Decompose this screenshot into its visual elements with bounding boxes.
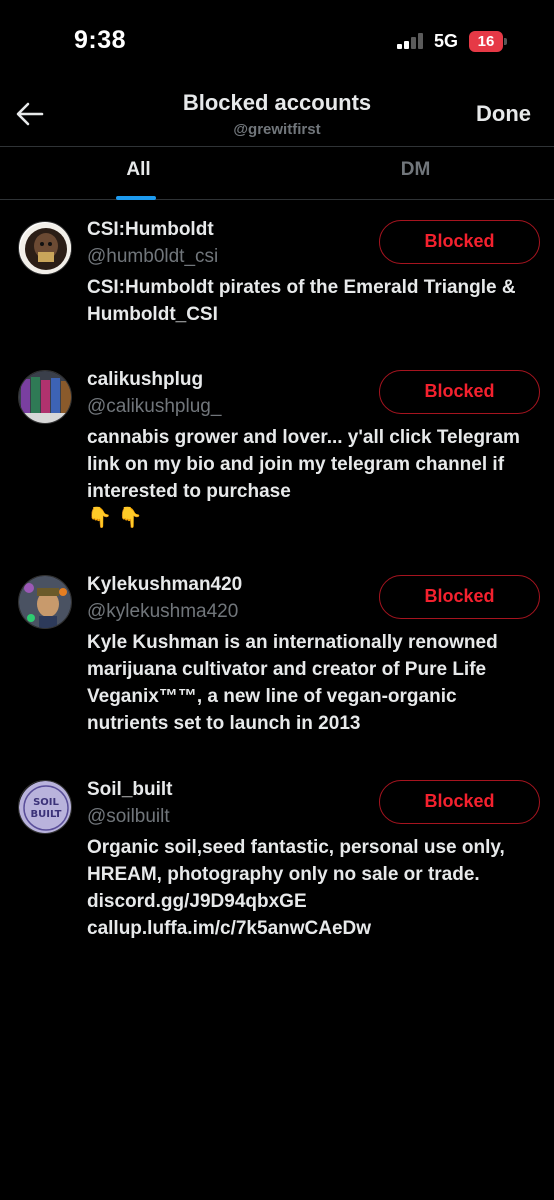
- blocked-button[interactable]: Blocked: [379, 220, 540, 264]
- list-item[interactable]: Kylekushman420 @kylekushma420 Blocked Ky…: [0, 570, 554, 740]
- blocked-button[interactable]: Blocked: [379, 575, 540, 619]
- account-handle: @humb0ldt_csi: [87, 246, 219, 267]
- battery-level: 16: [477, 33, 495, 50]
- blocked-button[interactable]: Blocked: [379, 370, 540, 414]
- cellular-signal-icon: [397, 33, 427, 49]
- network-type: 5G: [434, 31, 459, 51]
- status-time: 9:38: [74, 26, 127, 54]
- blocked-accounts-screen: 9:38 5G 16 Blocked accounts @grewitfirst…: [0, 0, 554, 1200]
- avatar-logo-text: SOIL: [33, 797, 59, 808]
- blocked-button[interactable]: Blocked: [379, 780, 540, 824]
- avatar[interactable]: [18, 221, 72, 275]
- account-name: Kylekushman420: [87, 574, 243, 595]
- avatar[interactable]: SOIL BUILT: [18, 780, 72, 834]
- svg-text:BUILT: BUILT: [30, 809, 61, 820]
- done-button[interactable]: Done: [476, 101, 531, 127]
- battery-icon: 16: [469, 31, 507, 52]
- tab-dm[interactable]: DM: [277, 147, 554, 200]
- active-tab-indicator: [116, 196, 156, 200]
- account-name: calikushplug: [87, 369, 204, 390]
- account-bio-text: cannabis grower and lover... y'all click…: [87, 427, 520, 502]
- account-bio: Organic soil,seed fantastic, personal us…: [87, 837, 505, 939]
- tab-all[interactable]: All: [0, 147, 277, 200]
- list-item[interactable]: calikushplug @calikushplug_ Blocked cann…: [0, 365, 554, 545]
- account-bio: cannabis grower and lover... y'all click…: [87, 424, 532, 532]
- avatar[interactable]: [18, 370, 72, 424]
- tab-all-label: All: [126, 159, 151, 180]
- list-item[interactable]: SOIL BUILT Soil_built @soilbuilt Blocked…: [0, 775, 554, 945]
- page-title: Blocked accounts: [182, 90, 372, 115]
- account-handle: @kylekushma420: [87, 601, 239, 622]
- pointing-down-emoji: 👇 👇: [87, 507, 143, 529]
- page-subtitle: @grewitfirst: [233, 121, 321, 138]
- account-handle: @calikushplug_: [87, 396, 222, 417]
- avatar[interactable]: [18, 575, 72, 629]
- account-handle: @soilbuilt: [87, 806, 170, 827]
- account-bio: CSI:Humboldt pirates of the Emerald Tria…: [87, 277, 516, 325]
- account-name: Soil_built: [87, 779, 173, 800]
- list-item[interactable]: CSI:Humboldt @humb0ldt_csi Blocked CSI:H…: [0, 215, 554, 350]
- account-name: CSI:Humboldt: [87, 219, 214, 240]
- tab-dm-label: DM: [400, 159, 431, 180]
- tab-bar: All DM: [0, 146, 554, 200]
- account-bio: Kyle Kushman is an internationally renow…: [87, 632, 498, 734]
- status-bar: 9:38 5G 16: [0, 0, 554, 80]
